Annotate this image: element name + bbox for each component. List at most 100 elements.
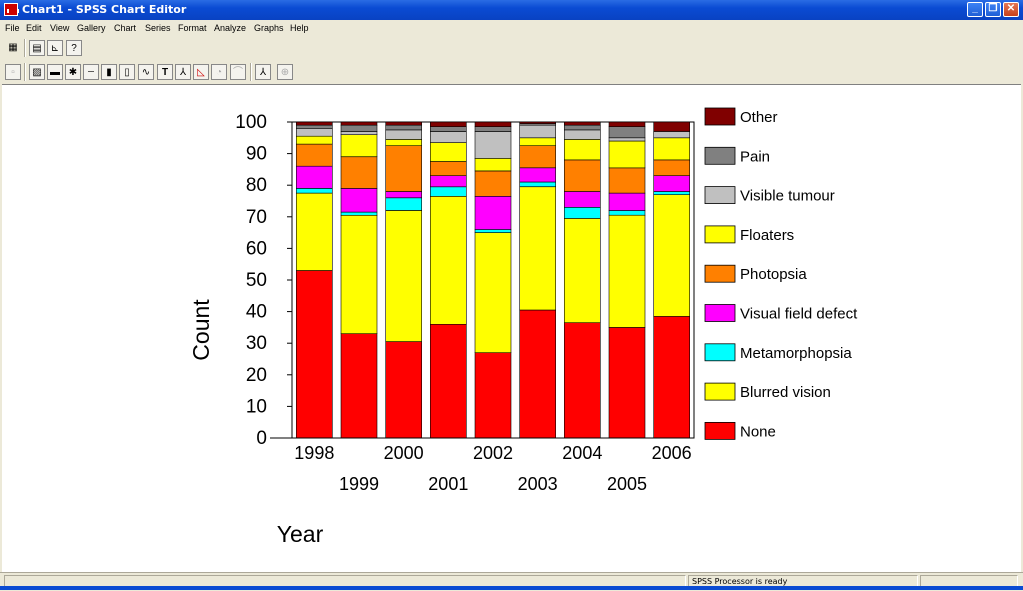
menu-analyze[interactable]: Analyze	[214, 23, 246, 33]
bar-segment[interactable]	[474, 126, 512, 132]
bar-segment[interactable]	[340, 124, 378, 132]
swap-axes-icon[interactable]: ◺	[193, 64, 209, 80]
bar-segment[interactable]	[474, 170, 512, 197]
bar-segment[interactable]	[295, 188, 333, 194]
bar-segment[interactable]	[295, 121, 333, 126]
bar-segment[interactable]	[295, 127, 333, 137]
bar-segment[interactable]	[340, 121, 378, 126]
bar-segment[interactable]	[653, 121, 691, 132]
bar-segment[interactable]	[563, 218, 601, 323]
menu-series[interactable]: Series	[145, 23, 171, 33]
bar-segment[interactable]	[340, 333, 378, 439]
bar-segment[interactable]	[295, 124, 333, 129]
help-cursor-icon[interactable]: ?	[66, 40, 82, 56]
bar-segment[interactable]	[429, 161, 467, 176]
stacked-bar-chart[interactable]: 0102030405060708090100Count1998199920002…	[2, 85, 1021, 573]
bar-segment[interactable]	[295, 192, 333, 271]
bar-segment[interactable]	[429, 186, 467, 197]
bar-segment[interactable]	[295, 270, 333, 439]
chart-canvas[interactable]: 0 10 20 30 40 50 60 70 80 90 100 Count 1998 1999 2000 2…	[2, 84, 1021, 573]
bar-segment[interactable]	[340, 134, 378, 157]
close-button[interactable]: ✕	[1003, 2, 1019, 17]
bar-segment[interactable]	[608, 327, 646, 439]
bar-segment[interactable]	[519, 124, 557, 139]
minimize-button[interactable]: _	[967, 2, 983, 17]
bar-segment[interactable]	[385, 124, 423, 131]
bar-segment[interactable]	[429, 142, 467, 162]
bar-label-icon[interactable]: ▯	[119, 64, 135, 80]
bar-segment[interactable]	[608, 121, 646, 127]
bar-segment[interactable]	[608, 126, 646, 139]
bar-segment[interactable]	[519, 121, 557, 124]
title-bar[interactable]: Chart1 - SPSS Chart Editor _ ❐ ✕	[0, 0, 1023, 20]
bar-segment[interactable]	[563, 129, 601, 140]
bar-segment[interactable]	[340, 211, 378, 216]
bar-segment[interactable]	[474, 131, 512, 159]
interpolation-icon[interactable]: ∿	[138, 64, 154, 80]
bar-segment[interactable]	[340, 156, 378, 189]
bar-segment[interactable]	[385, 197, 423, 211]
bar-segment[interactable]	[608, 214, 646, 328]
bar-segment[interactable]	[563, 322, 601, 439]
bar-segment[interactable]	[563, 121, 601, 126]
bar-segment[interactable]	[563, 124, 601, 131]
bar-segment[interactable]	[429, 131, 467, 143]
bar-segment[interactable]	[519, 186, 557, 311]
bar-segment[interactable]	[563, 207, 601, 219]
bar-segment[interactable]	[429, 196, 467, 325]
menu-view[interactable]: View	[50, 23, 69, 33]
bar-segment[interactable]	[653, 194, 691, 317]
bar-segment[interactable]	[519, 309, 557, 439]
bar-segment[interactable]	[563, 159, 601, 192]
color-icon[interactable]: ▬	[47, 64, 63, 80]
bar-segment[interactable]	[429, 323, 467, 439]
bar-segment[interactable]	[653, 159, 691, 177]
bar-segment[interactable]	[385, 139, 423, 147]
bar-segment[interactable]	[563, 139, 601, 161]
bar-segment[interactable]	[519, 137, 557, 146]
bar-segment[interactable]	[608, 210, 646, 216]
bar-style-icon[interactable]: ▮	[101, 64, 117, 80]
bar-segment[interactable]	[563, 191, 601, 208]
menu-edit[interactable]: Edit	[26, 23, 42, 33]
point-id-icon[interactable]: ⊕	[277, 64, 293, 80]
menu-graphs[interactable]: Graphs	[254, 23, 284, 33]
bar-segment[interactable]	[340, 214, 378, 334]
bar-segment[interactable]	[295, 143, 333, 167]
bar-segment[interactable]	[519, 167, 557, 183]
bar-segment[interactable]	[474, 158, 512, 172]
bar-segment[interactable]	[429, 126, 467, 132]
text-icon[interactable]: T	[157, 64, 173, 80]
chart-axis-icon[interactable]: ⊾	[47, 40, 63, 56]
select-icon[interactable]: ▫	[5, 64, 21, 80]
bar-segment[interactable]	[474, 121, 512, 127]
bar-segment[interactable]	[295, 165, 333, 189]
bar-segment[interactable]	[474, 232, 512, 354]
chart-select-icon[interactable]: ▦	[5, 40, 21, 56]
marker-icon[interactable]: ✱	[65, 64, 81, 80]
bar-segment[interactable]	[474, 352, 512, 439]
menu-format[interactable]: Format	[178, 23, 207, 33]
bar-segment[interactable]	[608, 137, 646, 142]
menu-help[interactable]: Help	[290, 23, 309, 33]
bar-segment[interactable]	[295, 135, 333, 145]
bar-segment[interactable]	[385, 129, 423, 140]
bar-segment[interactable]	[653, 316, 691, 439]
bar-segment[interactable]	[340, 131, 378, 136]
spin-icon[interactable]: ⅄	[255, 64, 271, 80]
bar-segment[interactable]	[385, 145, 423, 192]
bar-segment[interactable]	[474, 196, 512, 230]
bar-segment[interactable]	[340, 188, 378, 213]
bar-segment[interactable]	[608, 192, 646, 211]
chart-app-icon[interactable]	[4, 3, 19, 16]
bar-segment[interactable]	[653, 191, 691, 196]
bar-segment[interactable]	[653, 131, 691, 139]
bar-segment[interactable]	[385, 341, 423, 439]
maximize-button[interactable]: ❐	[985, 2, 1001, 17]
bar-segment[interactable]	[519, 145, 557, 169]
fill-pattern-icon[interactable]: ▨	[29, 64, 45, 80]
gallery-icon[interactable]: ▤	[29, 40, 45, 56]
menu-chart[interactable]: Chart	[114, 23, 136, 33]
menu-gallery[interactable]: Gallery	[77, 23, 106, 33]
bar-segment[interactable]	[385, 210, 423, 342]
